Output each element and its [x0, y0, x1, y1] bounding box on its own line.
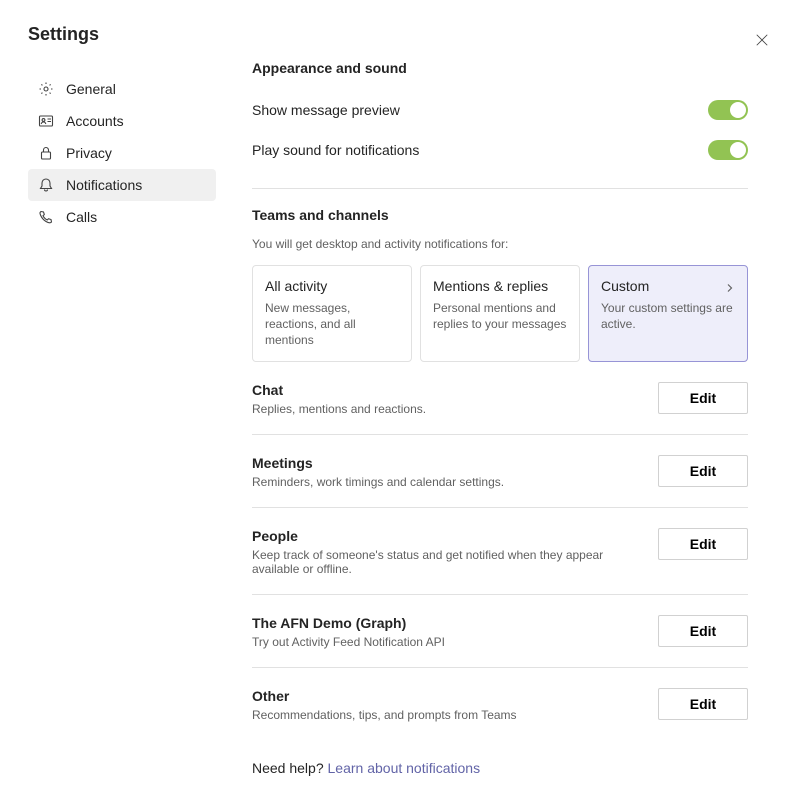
option-desc: Personal mentions and replies to your me… [433, 300, 567, 332]
sidebar: Settings General Accounts Privacy Notifi… [0, 0, 232, 800]
row-title: Chat [252, 382, 634, 398]
sidebar-item-label: Notifications [66, 177, 142, 193]
sidebar-item-accounts[interactable]: Accounts [28, 105, 216, 137]
teams-channels-title: Teams and channels [252, 207, 748, 223]
main-content: Appearance and sound Show message previe… [232, 0, 798, 800]
teams-channels-subtitle: You will get desktop and activity notifi… [252, 237, 748, 251]
row-title: Other [252, 688, 634, 704]
show-message-preview-row: Show message preview [252, 90, 748, 130]
sidebar-item-label: General [66, 81, 116, 97]
other-edit-button[interactable]: Edit [658, 688, 748, 720]
row-desc: Reminders, work timings and calendar set… [252, 475, 634, 489]
bell-icon [38, 177, 54, 193]
gear-icon [38, 81, 54, 97]
sidebar-item-label: Calls [66, 209, 97, 225]
meetings-row: Meetings Reminders, work timings and cal… [252, 453, 748, 508]
option-desc: New messages, reactions, and all mention… [265, 300, 399, 349]
row-title: People [252, 528, 634, 544]
close-button[interactable] [750, 28, 774, 52]
people-edit-button[interactable]: Edit [658, 528, 748, 560]
lock-icon [38, 145, 54, 161]
appearance-section-title: Appearance and sound [252, 60, 748, 76]
option-title: All activity [265, 278, 399, 294]
row-desc: Replies, mentions and reactions. [252, 402, 634, 416]
learn-about-notifications-link[interactable]: Learn about notifications [328, 760, 481, 776]
option-mentions-replies[interactable]: Mentions & replies Personal mentions and… [420, 265, 580, 362]
phone-icon [38, 209, 54, 225]
help-row: Need help? Learn about notifications [252, 760, 748, 776]
sidebar-item-label: Accounts [66, 113, 124, 129]
close-icon [755, 33, 769, 47]
afn-demo-row: The AFN Demo (Graph) Try out Activity Fe… [252, 613, 748, 668]
row-title: Meetings [252, 455, 634, 471]
chevron-right-icon [725, 280, 735, 298]
sidebar-item-label: Privacy [66, 145, 112, 161]
row-title: The AFN Demo (Graph) [252, 615, 634, 631]
option-desc: Your custom settings are active. [601, 300, 735, 332]
id-card-icon [38, 113, 54, 129]
row-desc: Keep track of someone's status and get n… [252, 548, 634, 576]
teams-channels-options: All activity New messages, reactions, an… [252, 265, 748, 362]
divider [252, 188, 748, 189]
chat-edit-button[interactable]: Edit [658, 382, 748, 414]
people-row: People Keep track of someone's status an… [252, 526, 748, 595]
afn-demo-edit-button[interactable]: Edit [658, 615, 748, 647]
sidebar-item-calls[interactable]: Calls [28, 201, 216, 233]
sidebar-item-general[interactable]: General [28, 73, 216, 105]
option-custom[interactable]: Custom Your custom settings are active. [588, 265, 748, 362]
row-desc: Try out Activity Feed Notification API [252, 635, 634, 649]
option-all-activity[interactable]: All activity New messages, reactions, an… [252, 265, 412, 362]
option-title: Custom [601, 278, 735, 294]
option-title: Mentions & replies [433, 278, 567, 294]
help-prefix: Need help? [252, 760, 328, 776]
show-message-preview-toggle[interactable] [708, 100, 748, 120]
meetings-edit-button[interactable]: Edit [658, 455, 748, 487]
page-title: Settings [28, 24, 216, 45]
sidebar-item-privacy[interactable]: Privacy [28, 137, 216, 169]
sidebar-item-notifications[interactable]: Notifications [28, 169, 216, 201]
row-desc: Recommendations, tips, and prompts from … [252, 708, 634, 722]
other-row: Other Recommendations, tips, and prompts… [252, 686, 748, 740]
play-sound-toggle[interactable] [708, 140, 748, 160]
play-sound-label: Play sound for notifications [252, 142, 419, 158]
play-sound-row: Play sound for notifications [252, 130, 748, 170]
chat-row: Chat Replies, mentions and reactions. Ed… [252, 380, 748, 435]
show-message-preview-label: Show message preview [252, 102, 400, 118]
